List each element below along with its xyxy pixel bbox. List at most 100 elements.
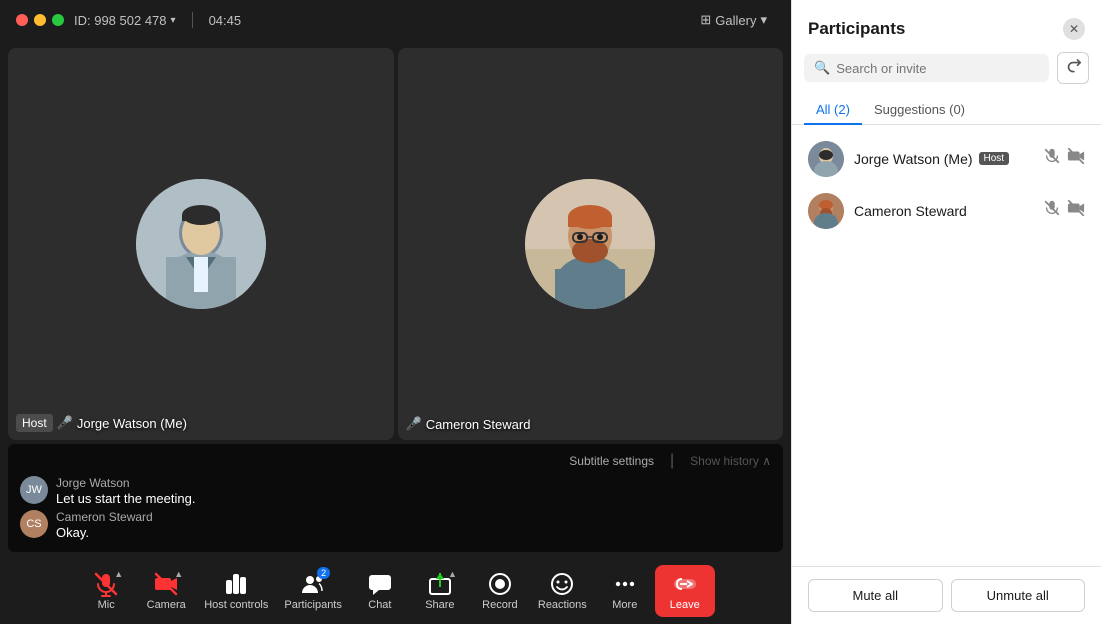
unmute-all-button[interactable]: Unmute all <box>951 579 1086 612</box>
subtitles-bar: Subtitle settings | Show history ∧ JW Jo… <box>8 444 783 552</box>
cameron-cam-icon <box>1067 199 1085 222</box>
sidebar-header: Participants ✕ <box>792 0 1101 52</box>
mute-icon-cameron: 🎤 <box>406 416 422 432</box>
view-chevron-icon: ▾ <box>760 12 767 28</box>
minimize-window-button[interactable] <box>34 14 46 26</box>
tab-all[interactable]: All (2) <box>804 96 862 125</box>
host-controls-button[interactable]: Host controls <box>196 567 276 615</box>
gallery-icon: ⊞ <box>700 12 711 28</box>
participants-list: Jorge Watson (Me) Host <box>792 125 1101 567</box>
divider <box>192 12 193 28</box>
close-window-button[interactable] <box>16 14 28 26</box>
subtitle-settings-link[interactable]: Subtitle settings <box>569 454 654 468</box>
jorge-status-icons <box>1043 147 1085 170</box>
search-input[interactable] <box>836 61 1039 76</box>
host-badge: Host <box>16 414 53 432</box>
search-icon: 🔍 <box>814 60 830 76</box>
jorge-tile-name: Jorge Watson (Me) <box>77 416 187 431</box>
top-bar: ID: 998 502 478 ▾ 04:45 ⊞ Gallery ▾ <box>0 0 791 40</box>
more-label: More <box>612 599 637 611</box>
cameron-transcript-name: Cameron Steward <box>56 510 153 524</box>
close-sidebar-button[interactable]: ✕ <box>1063 18 1085 40</box>
camera-label: Camera <box>147 599 186 611</box>
cameron-transcript-msg: Okay. <box>56 525 153 540</box>
search-box: 🔍 <box>804 54 1049 82</box>
more-button[interactable]: More <box>595 567 655 615</box>
camera-button[interactable]: ▲ Camera <box>136 567 196 615</box>
meeting-id[interactable]: ID: 998 502 478 ▾ <box>74 13 176 28</box>
cameron-info: Cameron Steward <box>854 203 1033 219</box>
leave-icon <box>672 571 698 597</box>
record-button[interactable]: Record <box>470 567 530 615</box>
sidebar-footer: Mute all Unmute all <box>792 566 1101 624</box>
leave-label: Leave <box>670 599 700 611</box>
jorge-sidebar-avatar <box>808 141 844 177</box>
reactions-button[interactable]: Reactions <box>530 567 595 615</box>
participants-icon: 2 <box>300 571 326 597</box>
video-tile-jorge: Host 🎤 Jorge Watson (Me) <box>8 48 394 440</box>
more-icon <box>612 571 638 597</box>
sidebar-title: Participants <box>808 19 905 39</box>
mute-all-button[interactable]: Mute all <box>808 579 943 612</box>
participants-label: Participants <box>284 599 341 611</box>
cameron-status-icons <box>1043 199 1085 222</box>
share-icon: ▲ <box>427 571 453 597</box>
host-controls-icon <box>223 571 249 597</box>
show-history-link[interactable]: Show history ∧ <box>690 454 771 468</box>
video-grid: Host 🎤 Jorge Watson (Me) <box>0 40 791 440</box>
reactions-icon <box>549 571 575 597</box>
cameron-avatar <box>525 179 655 309</box>
chat-icon <box>367 571 393 597</box>
mic-caret-icon[interactable]: ▲ <box>114 569 123 579</box>
transcript-line-cameron: CS Cameron Steward Okay. <box>20 510 771 540</box>
jorge-info: Jorge Watson (Me) Host <box>854 151 1033 167</box>
jorge-avatar <box>136 179 266 309</box>
video-tile-cameron: 🎤 Cameron Steward <box>398 48 784 440</box>
jorge-mute-icon <box>1043 147 1061 170</box>
cameron-mute-icon <box>1043 199 1061 222</box>
camera-icon: ▲ <box>153 571 179 597</box>
share-caret-icon[interactable]: ▲ <box>448 569 457 579</box>
jorge-cam-icon <box>1067 147 1085 170</box>
jorge-transcript-avatar: JW <box>20 476 48 504</box>
view-toggle-button[interactable]: ⊞ Gallery ▾ <box>692 8 775 32</box>
tab-suggestions[interactable]: Suggestions (0) <box>862 96 977 125</box>
camera-caret-icon[interactable]: ▲ <box>174 569 183 579</box>
chat-label: Chat <box>368 599 391 611</box>
participant-row-jorge[interactable]: Jorge Watson (Me) Host <box>792 133 1101 185</box>
share-invite-button[interactable] <box>1057 52 1089 84</box>
meeting-timer: 04:45 <box>209 13 242 28</box>
participants-badge: 2 <box>317 567 330 579</box>
cameron-tile-label: 🎤 Cameron Steward <box>406 416 531 432</box>
mic-button[interactable]: ▲ Mic <box>76 567 136 615</box>
share-button[interactable]: ▲ Share <box>410 567 470 615</box>
leave-button[interactable]: Leave <box>655 565 715 617</box>
share-label: Share <box>425 599 454 611</box>
chat-button[interactable]: Chat <box>350 567 410 615</box>
meeting-area: ID: 998 502 478 ▾ 04:45 ⊞ Gallery ▾ <box>0 0 791 624</box>
participants-button[interactable]: 2 Participants <box>276 567 349 615</box>
maximize-window-button[interactable] <box>52 14 64 26</box>
cameron-sidebar-name: Cameron Steward <box>854 203 1033 219</box>
host-controls-label: Host controls <box>204 599 268 611</box>
bottom-toolbar: ▲ Mic ▲ Camera <box>0 556 791 624</box>
participant-row-cameron[interactable]: Cameron Steward <box>792 185 1101 237</box>
mute-icon-jorge: 🎤 <box>57 415 73 431</box>
search-row: 🔍 <box>792 52 1101 96</box>
transcript-line-jorge: JW Jorge Watson Let us start the meeting… <box>20 476 771 506</box>
mic-icon: ▲ <box>93 571 119 597</box>
reactions-label: Reactions <box>538 599 587 611</box>
record-icon <box>487 571 513 597</box>
cameron-transcript-avatar: CS <box>20 510 48 538</box>
history-chevron-icon: ∧ <box>762 454 771 468</box>
cameron-sidebar-avatar <box>808 193 844 229</box>
participants-sidebar: Participants ✕ 🔍 All (2) Suggestions (0) <box>791 0 1101 624</box>
traffic-lights <box>16 14 64 26</box>
jorge-transcript-msg: Let us start the meeting. <box>56 491 195 506</box>
subtitle-controls: Subtitle settings | Show history ∧ <box>20 452 771 470</box>
jorge-transcript-name: Jorge Watson <box>56 476 195 490</box>
jorge-sidebar-name: Jorge Watson (Me) Host <box>854 151 1033 167</box>
meeting-id-chevron-icon: ▾ <box>171 15 176 26</box>
top-bar-left: ID: 998 502 478 ▾ 04:45 <box>16 12 241 28</box>
record-label: Record <box>482 599 517 611</box>
